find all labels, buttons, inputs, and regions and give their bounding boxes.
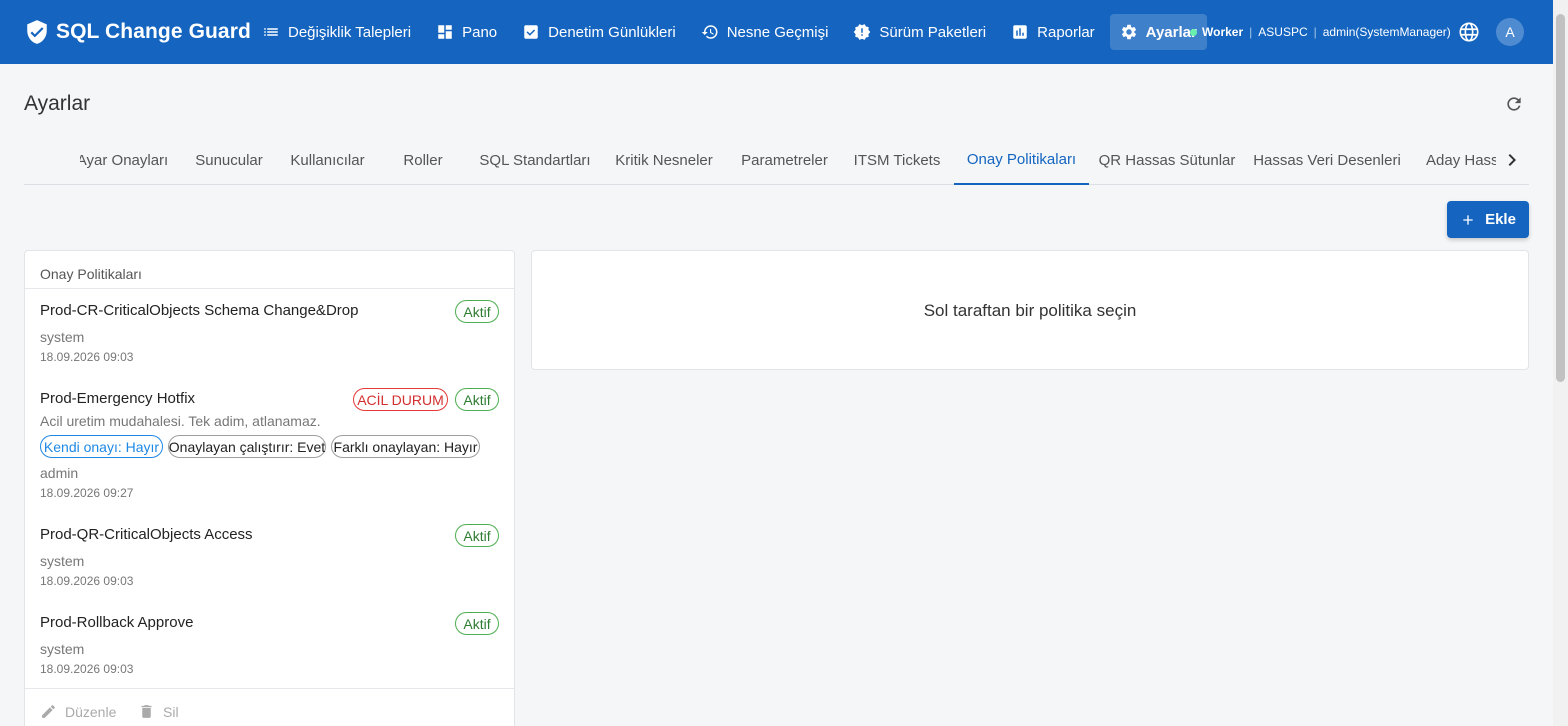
policy-date: 18.09.2026 09:03	[40, 574, 134, 588]
policy-owner: system	[40, 329, 85, 345]
tab-sql-standards[interactable]: SQL Standartları	[479, 136, 590, 184]
main-nav: Değişiklik Talepleri Pano Denetim Günlük…	[252, 14, 1212, 50]
delete-button[interactable]: Sil	[138, 703, 179, 720]
dashboard-icon	[438, 25, 452, 39]
nav-item-release-packages[interactable]: Sürüm Paketleri	[843, 14, 996, 50]
nav-item-label: Pano	[462, 23, 498, 41]
policy-owner: system	[40, 553, 85, 569]
status-badge: Aktif	[455, 300, 499, 323]
plus-icon	[1463, 214, 1473, 225]
policy-item-qr-critical-objects[interactable]: Prod-QR-CriticalObjects Access Aktif sys…	[25, 513, 514, 601]
tab-itsm-tickets[interactable]: ITSM Tickets	[854, 136, 941, 184]
self-approval-tag: Kendi onayı: Hayır	[40, 435, 163, 458]
edit-button-label: Düzenle	[65, 703, 117, 720]
shield-check-icon	[27, 20, 47, 44]
history-icon	[701, 25, 718, 39]
tabs-scroller: Ayar Onayları Sunucular Kullanıcılar Rol…	[80, 136, 1496, 185]
add-button-label: Ekle	[1485, 211, 1516, 228]
trash-icon	[141, 705, 152, 718]
nav-item-change-requests[interactable]: Değişiklik Talepleri	[252, 14, 421, 50]
delete-button-label: Sil	[163, 703, 179, 720]
nav-item-object-history[interactable]: Nesne Geçmişi	[691, 14, 839, 50]
tab-sensitive-data-patterns[interactable]: Hassas Veri Desenleri	[1253, 136, 1401, 184]
policy-date: 18.09.2026 09:03	[40, 350, 134, 364]
tab-approval-policies[interactable]: Onay Politikaları	[954, 136, 1089, 185]
policy-detail-panel: Sol taraftan bir politika seçin	[531, 250, 1529, 370]
nav-item-dashboard[interactable]: Pano	[426, 14, 507, 50]
user-label: admin(SystemManager)	[1322, 25, 1451, 39]
policies-panel: Onay Politikaları Prod-CR-CriticalObject…	[24, 250, 515, 726]
status-dot	[1190, 28, 1197, 36]
release-icon	[854, 24, 871, 40]
tab-candidate-sensitive[interactable]: Aday Hassas	[1426, 136, 1496, 184]
chevron-right-icon[interactable]	[1500, 148, 1524, 172]
approver-executes-tag: Onaylayan çalıştırır: Evet	[168, 435, 326, 458]
tab-servers[interactable]: Sunucular	[192, 136, 266, 184]
policy-owner: admin	[40, 465, 79, 481]
brand[interactable]: SQL Change Guard	[24, 0, 251, 64]
policy-name: Prod-Emergency Hotfix	[40, 390, 196, 407]
policy-owner: system	[40, 641, 85, 657]
tab-roles[interactable]: Roller	[390, 136, 456, 184]
policy-date: 18.09.2026 09:03	[40, 662, 134, 676]
nav-item-label: Değişiklik Talepleri	[288, 23, 412, 41]
tab-critical-objects[interactable]: Kritik Nesneler	[615, 136, 713, 184]
app-title: SQL Change Guard	[56, 20, 251, 43]
nav-item-reports[interactable]: Raporlar	[1001, 14, 1105, 50]
different-approver-tag: Farklı onaylayan: Hayır	[331, 435, 480, 458]
policy-item-critical-objects-schema[interactable]: Prod-CR-CriticalObjects Schema Change&Dr…	[25, 289, 514, 377]
status-badge: Aktif	[455, 612, 499, 635]
policy-date: 18.09.2026 09:27	[40, 486, 134, 500]
settings-tabs: Ayar Onayları Sunucular Kullanıcılar Rol…	[24, 136, 1529, 185]
list-icon	[264, 28, 278, 36]
worker-status: Worker | ASUSPC | admin(SystemManager)	[1190, 0, 1451, 64]
tab-qr-sensitive-columns[interactable]: QR Hassas Sütunlar	[1099, 136, 1236, 184]
panel-title: Onay Politikaları	[40, 266, 142, 282]
globe-icon[interactable]	[1458, 21, 1480, 43]
separator: |	[1249, 25, 1253, 39]
policy-item-rollback-approve[interactable]: Prod-Rollback Approve Aktif system 18.09…	[25, 601, 514, 689]
nav-item-audit-logs[interactable]: Denetim Günlükleri	[512, 14, 686, 50]
nav-item-label: Sürüm Paketleri	[879, 23, 987, 41]
scrollbar-thumb[interactable]	[1556, 14, 1565, 382]
avatar[interactable]: A	[1496, 18, 1524, 46]
nav-item-label: Nesne Geçmişi	[726, 23, 829, 41]
policy-name: Prod-CR-CriticalObjects Schema Change&Dr…	[40, 302, 359, 319]
add-button[interactable]: Ekle	[1447, 201, 1529, 238]
emergency-badge: ACİL DURUM	[353, 388, 448, 411]
nav-item-label: Raporlar	[1037, 23, 1095, 41]
checklist-icon	[524, 25, 538, 39]
policy-item-emergency-hotfix[interactable]: Prod-Emergency Hotfix ACİL DURUM Aktif A…	[25, 377, 514, 512]
status-badge: Aktif	[455, 388, 499, 411]
page-title: Ayarlar	[24, 92, 91, 115]
separator: |	[1313, 25, 1317, 39]
status-badge: Aktif	[455, 524, 499, 547]
policy-description: Acil uretim mudahalesi. Tek adim, atlana…	[40, 413, 321, 429]
tab-parameters[interactable]: Parametreler	[740, 136, 829, 184]
pencil-icon	[42, 705, 55, 718]
divider	[25, 688, 514, 689]
worker-label: Worker	[1202, 25, 1244, 39]
nav-item-label: Denetim Günlükleri	[548, 23, 676, 41]
policy-name: Prod-Rollback Approve	[40, 614, 194, 631]
tab-users[interactable]: Kullanıcılar	[290, 136, 365, 184]
host-label: ASUSPC	[1258, 25, 1308, 39]
policy-name: Prod-QR-CriticalObjects Access	[40, 526, 253, 543]
empty-state-message: Sol taraftan bir politika seçin	[923, 301, 1137, 320]
tab-settings-approvals[interactable]: Ayar Onayları	[80, 136, 168, 184]
top-app-bar: SQL Change Guard Değişiklik Talepleri Pa…	[0, 0, 1553, 64]
refresh-icon[interactable]	[1504, 94, 1524, 114]
report-icon	[1013, 25, 1027, 39]
gear-icon	[1121, 24, 1136, 40]
edit-button[interactable]: Düzenle	[40, 703, 116, 720]
